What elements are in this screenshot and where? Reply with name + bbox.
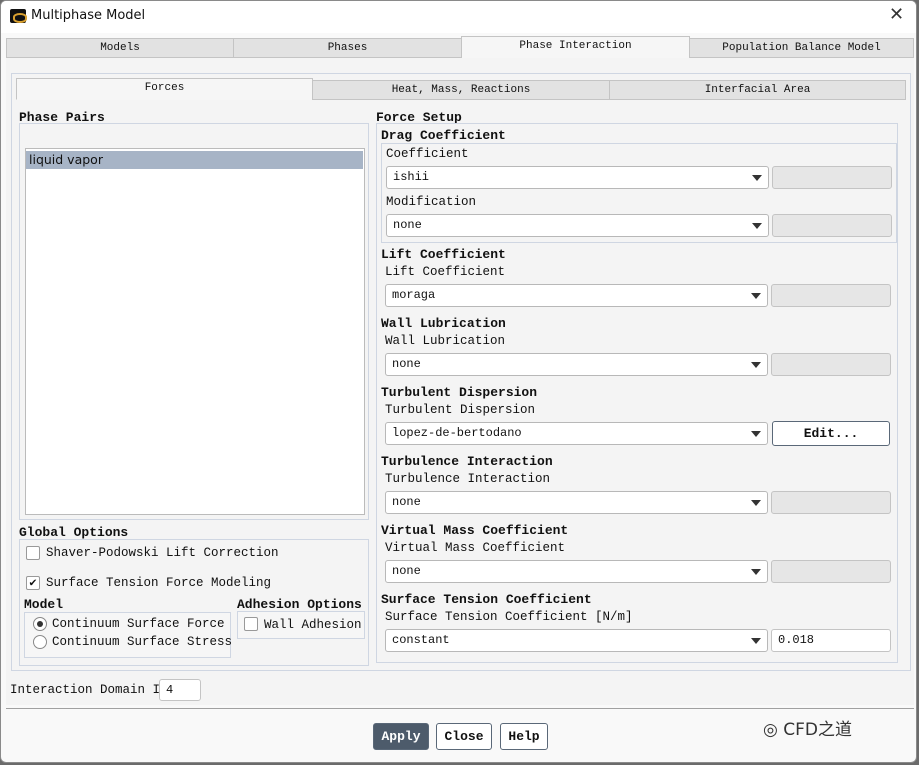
close-window-icon[interactable]: ✕ — [889, 4, 904, 25]
turbulence-interaction-field — [771, 491, 891, 514]
phase-pairs-list[interactable] — [25, 148, 365, 515]
window-title: Multiphase Model — [31, 8, 146, 23]
subtab-heat-mass-reactions[interactable]: Heat, Mass, Reactions — [312, 80, 610, 100]
drag-heading: Drag Coefficient — [381, 128, 506, 143]
drag-coefficient-dropdown[interactable]: ishii — [386, 166, 769, 189]
turbulent-dispersion-label: Turbulent Dispersion — [385, 403, 536, 417]
close-button[interactable]: Close — [436, 723, 492, 750]
surface-tension-coef-dropdown[interactable]: constant — [385, 629, 768, 652]
watermark-text: CFD之道 — [783, 720, 852, 740]
tab-population-balance-model[interactable]: Population Balance Model — [689, 38, 914, 58]
surface-tension-checkbox[interactable]: ✔ — [26, 576, 40, 590]
wall-lubrication-dropdown[interactable]: none — [385, 353, 768, 376]
modification-label: Modification — [386, 195, 477, 209]
subtab-forces[interactable]: Forces — [16, 78, 313, 100]
wall-adhesion-checkbox[interactable] — [244, 617, 258, 631]
csf-label: Continuum Surface Force — [52, 617, 225, 631]
modification-dropdown[interactable]: none — [386, 214, 769, 237]
modification-field — [772, 214, 892, 237]
subtab-interfacial-area[interactable]: Interfacial Area — [609, 80, 906, 100]
chevron-down-icon — [751, 293, 761, 299]
turbulence-interaction-heading: Turbulence Interaction — [381, 454, 553, 469]
wall-adhesion-label: Wall Adhesion — [264, 618, 362, 632]
virtual-mass-field — [771, 560, 891, 583]
lift-heading: Lift Coefficient — [381, 247, 506, 262]
css-label: Continuum Surface Stress — [52, 635, 233, 649]
surface-tension-coef-input[interactable]: 0.018 — [771, 629, 891, 652]
watermark: ◎ CFD之道 — [763, 715, 852, 740]
chevron-down-icon — [751, 569, 761, 575]
drag-coefficient-label: Coefficient — [386, 147, 469, 161]
drag-coefficient-field — [772, 166, 892, 189]
edit-button[interactable]: Edit... — [772, 421, 890, 446]
surface-tension-coef-label: Surface Tension Coefficient [N/m] — [385, 610, 633, 624]
tab-phases[interactable]: Phases — [233, 38, 462, 58]
virtual-mass-heading: Virtual Mass Coefficient — [381, 523, 569, 538]
csf-radio[interactable] — [33, 617, 47, 631]
wall-lubrication-field — [771, 353, 891, 376]
global-options-heading: Global Options — [19, 525, 129, 540]
interaction-domain-id-input[interactable]: 4 — [159, 679, 201, 701]
virtual-mass-value: none — [392, 564, 421, 578]
virtual-mass-dropdown[interactable]: none — [385, 560, 768, 583]
wall-lubrication-label: Wall Lubrication — [385, 334, 506, 348]
turbulent-dispersion-value: lopez-de-bertodano — [392, 426, 522, 440]
wall-lubrication-value: none — [392, 357, 421, 371]
turbulent-dispersion-dropdown[interactable]: lopez-de-bertodano — [385, 422, 768, 445]
lift-value: moraga — [392, 288, 436, 302]
chevron-down-icon — [751, 500, 761, 506]
chevron-down-icon — [751, 638, 761, 644]
drag-coefficient-value: ishii — [393, 170, 430, 184]
lift-field — [771, 284, 891, 307]
app-icon — [10, 9, 27, 23]
modification-value: none — [393, 218, 422, 232]
chevron-down-icon — [751, 431, 761, 437]
turbulent-dispersion-heading: Turbulent Dispersion — [381, 385, 538, 400]
css-radio[interactable] — [33, 635, 47, 649]
list-item[interactable]: liquid vapor — [26, 151, 363, 169]
chevron-down-icon — [752, 223, 762, 229]
surface-tension-coef-value: constant — [392, 633, 450, 647]
virtual-mass-label: Virtual Mass Coefficient — [385, 541, 566, 555]
wall-lubrication-heading: Wall Lubrication — [381, 316, 506, 331]
turbulence-interaction-value: none — [392, 495, 421, 509]
adhesion-options-heading: Adhesion Options — [237, 597, 362, 612]
interaction-domain-id-label: Interaction Domain ID — [10, 683, 168, 697]
apply-button[interactable]: Apply — [373, 723, 429, 750]
tab-models[interactable]: Models — [6, 38, 234, 58]
help-button[interactable]: Help — [500, 723, 548, 750]
shaver-podowski-checkbox[interactable] — [26, 546, 40, 560]
chevron-down-icon — [752, 175, 762, 181]
surface-tension-coef-heading: Surface Tension Coefficient — [381, 592, 592, 607]
model-heading: Model — [24, 597, 64, 612]
chevron-down-icon — [751, 362, 761, 368]
lift-label: Lift Coefficient — [385, 265, 506, 279]
tab-phase-interaction[interactable]: Phase Interaction — [461, 36, 690, 59]
surface-tension-label: Surface Tension Force Modeling — [46, 576, 272, 590]
wechat-icon: ◎ — [763, 720, 784, 740]
turbulence-interaction-label: Turbulence Interaction — [385, 472, 551, 486]
multiphase-model-dialog: Multiphase Model ✕ Models Phases Phase I… — [0, 0, 917, 763]
turbulence-interaction-dropdown[interactable]: none — [385, 491, 768, 514]
divider — [6, 708, 914, 709]
lift-dropdown[interactable]: moraga — [385, 284, 768, 307]
shaver-podowski-label: Shaver-Podowski Lift Correction — [46, 546, 279, 560]
